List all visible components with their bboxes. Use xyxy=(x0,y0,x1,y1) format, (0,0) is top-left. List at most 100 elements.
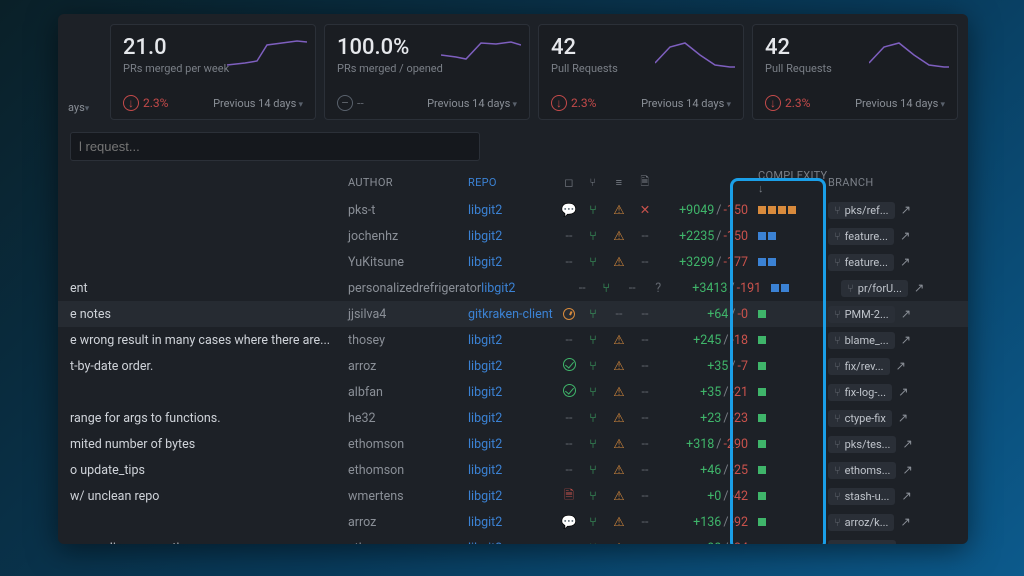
search-input[interactable] xyxy=(70,132,480,161)
branch-pill[interactable]: ⑂PMM-2... xyxy=(828,306,895,323)
pr-author[interactable]: arroz xyxy=(348,515,468,530)
pr-repo-link[interactable]: libgit2 xyxy=(468,541,558,545)
branch-pill[interactable]: ⑂ethoms... xyxy=(828,462,896,479)
col-complexity[interactable]: Complexity ↓ xyxy=(748,169,828,195)
external-link-icon[interactable]: ↗ xyxy=(898,410,908,426)
external-link-icon[interactable]: ↗ xyxy=(914,280,924,296)
pr-author[interactable]: albfan xyxy=(348,385,468,400)
review-status: -- xyxy=(558,541,580,545)
table-row[interactable]: o update_tipsethomsonlibgit2--⑂⚠--+46/-2… xyxy=(58,457,968,483)
pr-author[interactable]: personalizedrefrigerator xyxy=(348,281,481,296)
metric-card-pull-requests-1[interactable]: 42 Pull Requests ↓2.3% Previous 14 days xyxy=(538,24,744,120)
pr-repo-link[interactable]: gitkraken-client xyxy=(468,307,558,322)
pr-repo-link[interactable]: libgit2 xyxy=(468,255,558,270)
external-link-icon[interactable]: ↗ xyxy=(898,384,908,400)
pr-repo-link[interactable]: libgit2 xyxy=(468,437,558,452)
warning-icon: ⚠ xyxy=(613,333,624,348)
branch-pill[interactable]: ⑂fix-log-... xyxy=(828,384,892,401)
pr-repo-link[interactable]: libgit2 xyxy=(468,229,558,244)
table-row[interactable]: YuKitsunelibgit2--⑂⚠--+3299/-177⑂feature… xyxy=(58,249,968,275)
pr-author[interactable]: jjsilva4 xyxy=(348,307,468,322)
dash-icon: -- xyxy=(642,437,649,452)
branch-pill[interactable]: ⑂pks/ref... xyxy=(828,202,895,219)
branch-pill[interactable]: ⑂ethoms... xyxy=(828,540,896,545)
external-link-icon[interactable]: ↗ xyxy=(902,462,912,478)
branch-pill[interactable]: ⑂feature... xyxy=(828,254,894,271)
col-author[interactable]: Author xyxy=(348,176,468,189)
col-file-icon[interactable]: 🗎 xyxy=(632,173,658,192)
branch-pill[interactable]: ⑂blame_... xyxy=(828,332,895,349)
external-link-icon[interactable]: ↗ xyxy=(896,358,906,374)
table-row[interactable]: entpersonalizedrefrigeratorlibgit2--⑂--?… xyxy=(58,275,968,301)
pr-repo-link[interactable]: libgit2 xyxy=(481,281,571,296)
pr-author[interactable]: thosey xyxy=(348,333,468,348)
col-list-icon[interactable]: ≡ xyxy=(606,176,632,189)
external-link-icon[interactable]: ↗ xyxy=(902,540,912,544)
metric-range-dropdown[interactable]: Previous 14 days xyxy=(641,97,731,110)
branch-icon: ⑂ xyxy=(834,386,841,399)
dash-icon: -- xyxy=(642,385,649,400)
metric-range-dropdown[interactable]: Previous 14 days xyxy=(427,97,517,110)
pr-repo-link[interactable]: libgit2 xyxy=(468,359,558,374)
pr-repo-link[interactable]: libgit2 xyxy=(468,203,558,218)
col-review-icon[interactable]: ◻ xyxy=(558,176,580,189)
branch-pill[interactable]: ⑂feature... xyxy=(828,228,894,245)
pr-author[interactable]: he32 xyxy=(348,411,468,426)
table-row[interactable]: w/ unclean repowmertenslibgit2🗎⑂⚠--+0/-4… xyxy=(58,483,968,509)
branch-pill[interactable]: ⑂pr/forU... xyxy=(841,280,908,297)
pr-author[interactable]: pks-t xyxy=(348,203,468,218)
range-dropdown-truncated[interactable]: ays xyxy=(68,24,102,120)
external-link-icon[interactable]: ↗ xyxy=(900,228,910,244)
flag-status: -- xyxy=(632,229,658,244)
flag-status: ? xyxy=(645,281,671,296)
metric-card-pull-requests-2[interactable]: 42 Pull Requests ↓2.3% Previous 14 days xyxy=(752,24,958,120)
pr-repo-link[interactable]: libgit2 xyxy=(468,385,558,400)
pr-repo-link[interactable]: libgit2 xyxy=(468,463,558,478)
pr-author[interactable]: jochenhz xyxy=(348,229,468,244)
table-row[interactable]: mited number of bytesethomsonlibgit2--⑂⚠… xyxy=(58,431,968,457)
pr-author[interactable]: ethomson xyxy=(348,463,468,478)
review-status: 💬 xyxy=(558,515,580,530)
metric-card-prs-per-week[interactable]: 21.0 PRs merged per week ↓2.3% Previous … xyxy=(110,24,316,120)
external-link-icon[interactable]: ↗ xyxy=(900,254,910,270)
col-branch[interactable]: Branch xyxy=(828,176,956,189)
branch-pill[interactable]: ⑂fix/rev... xyxy=(828,358,890,375)
table-row[interactable]: jochenhzlibgit2--⑂⚠--+2235/-150⑂feature.… xyxy=(58,223,968,249)
pr-repo-link[interactable]: libgit2 xyxy=(468,489,558,504)
complexity-cell xyxy=(748,333,828,348)
branch-pill[interactable]: ⑂arroz/k... xyxy=(828,514,894,531)
external-link-icon[interactable]: ↗ xyxy=(901,332,911,348)
external-link-icon[interactable]: ↗ xyxy=(901,202,911,218)
pr-author[interactable]: wmertens xyxy=(348,489,468,504)
arrow-down-icon: ↓ xyxy=(765,95,781,111)
table-row[interactable]: albfanlibgit2⑂⚠--+35/-21⑂fix-log-...↗ xyxy=(58,379,968,405)
branch-pill[interactable]: ⑂stash-u... xyxy=(828,488,895,505)
table-row[interactable]: t-by-date order.arrozlibgit2⑂⚠--+35/-7⑂f… xyxy=(58,353,968,379)
pr-repo-link[interactable]: libgit2 xyxy=(468,515,558,530)
table-row[interactable]: arrozlibgit2💬⑂⚠--+136/-92⑂arroz/k...↗ xyxy=(58,509,968,535)
table-row[interactable]: ween-alive connectionsethomsonlibgit2--⑂… xyxy=(58,535,968,544)
table-row[interactable]: pks-tlibgit2💬⑂⚠✕+9049/-150⑂pks/ref...↗ xyxy=(58,197,968,223)
col-repo[interactable]: Repo xyxy=(468,176,558,189)
table-row[interactable]: e wrong result in many cases where there… xyxy=(58,327,968,353)
metric-range-dropdown[interactable]: Previous 14 days xyxy=(855,97,945,110)
pr-author[interactable]: arroz xyxy=(348,359,468,374)
branch-pill[interactable]: ⑂ctype-fix xyxy=(828,410,892,427)
external-link-icon[interactable]: ↗ xyxy=(901,488,911,504)
metric-card-merge-rate[interactable]: 100.0% PRs merged / opened –-- Previous … xyxy=(324,24,530,120)
external-link-icon[interactable]: ↗ xyxy=(900,514,910,530)
external-link-icon[interactable]: ↗ xyxy=(901,306,911,322)
pr-author[interactable]: ethomson xyxy=(348,437,468,452)
diff-delta: +80/-24 xyxy=(658,541,748,545)
table-row[interactable]: e notesjjsilva4gitkraken-client⑂----+64/… xyxy=(58,301,968,327)
pr-author[interactable]: ethomson xyxy=(348,541,468,545)
warning-icon: ⚠ xyxy=(613,437,624,452)
pr-repo-link[interactable]: libgit2 xyxy=(468,333,558,348)
col-fork-icon[interactable]: ⑂ xyxy=(580,176,606,189)
pr-author[interactable]: YuKitsune xyxy=(348,255,468,270)
external-link-icon[interactable]: ↗ xyxy=(902,436,912,452)
metric-range-dropdown[interactable]: Previous 14 days xyxy=(213,97,303,110)
pr-repo-link[interactable]: libgit2 xyxy=(468,411,558,426)
table-row[interactable]: range for args to functions.he32libgit2-… xyxy=(58,405,968,431)
branch-pill[interactable]: ⑂pks/tes... xyxy=(828,436,896,453)
